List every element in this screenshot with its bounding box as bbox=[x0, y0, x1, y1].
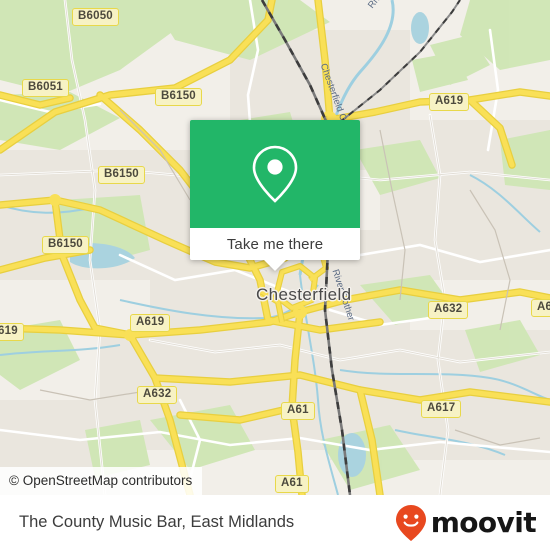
map-pin-icon bbox=[252, 145, 298, 203]
take-me-there-label: Take me there bbox=[226, 235, 324, 253]
road-shield-a632: A632 bbox=[428, 301, 469, 319]
road-shield-a617: A617 bbox=[421, 400, 462, 418]
road-shield-a619-clipped: 619 bbox=[0, 323, 24, 341]
place-label-chesterfield: Chesterfield bbox=[256, 285, 352, 304]
popup-header bbox=[190, 120, 360, 228]
moovit-wordmark: moovit bbox=[430, 506, 537, 539]
map-page: River Chesterfield Canal River Rother Ch… bbox=[0, 0, 550, 550]
road-shield-a619: A619 bbox=[429, 93, 470, 111]
road-shield-a632: A632 bbox=[137, 386, 178, 404]
location-title: The County Music Bar, East Midlands bbox=[19, 513, 295, 531]
road-shield-b6150: B6150 bbox=[42, 236, 89, 254]
popup-action[interactable]: Take me there bbox=[190, 228, 360, 260]
footer-bar: The County Music Bar, East Midlands moov… bbox=[0, 495, 550, 550]
road-shield-b6051: B6051 bbox=[22, 79, 69, 97]
road-shield-a6-clipped: A6 bbox=[531, 299, 550, 317]
map-canvas[interactable]: River Chesterfield Canal River Rother Ch… bbox=[0, 0, 550, 495]
road-shield-a61: A61 bbox=[281, 402, 315, 420]
moovit-logo[interactable]: moovit bbox=[395, 495, 537, 550]
location-popup-card[interactable]: Take me there bbox=[190, 120, 360, 271]
popup-pointer-tail bbox=[264, 260, 286, 271]
map-attribution[interactable]: © OpenStreetMap contributors bbox=[0, 467, 203, 495]
road-shield-b6150: B6150 bbox=[155, 88, 202, 106]
road-shield-b6050: B6050 bbox=[72, 8, 119, 26]
road-shield-a61: A61 bbox=[275, 475, 309, 493]
road-shield-a619: A619 bbox=[130, 314, 171, 332]
moovit-pin-smiley-icon bbox=[395, 504, 426, 541]
road-shield-b6150: B6150 bbox=[98, 166, 145, 184]
